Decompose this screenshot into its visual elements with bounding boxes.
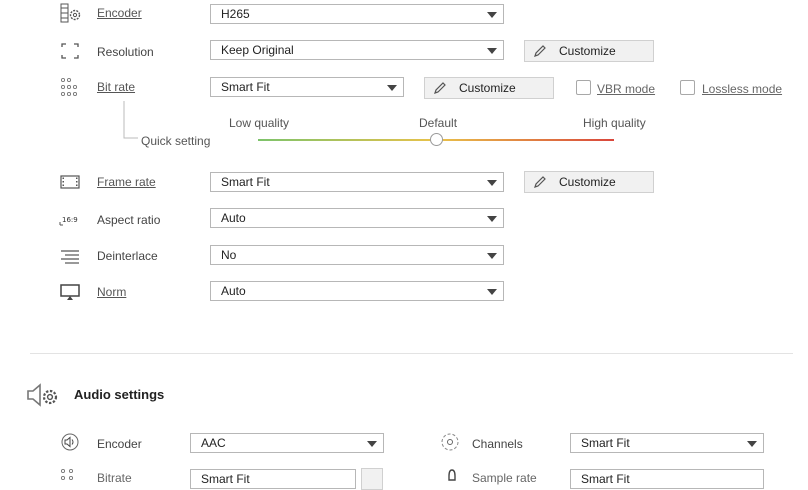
resolution-customize-label: Customize (559, 44, 616, 58)
chevron-down-icon (487, 253, 497, 259)
framerate-label[interactable]: Frame rate (97, 175, 156, 189)
encoder-gear-icon (60, 3, 82, 23)
norm-select[interactable]: Auto (210, 281, 504, 301)
audio-bitrate-customize-button[interactable] (361, 468, 383, 490)
chevron-down-icon (387, 85, 397, 91)
section-divider (30, 353, 793, 354)
chevron-down-icon (487, 48, 497, 54)
deinterlace-lines-icon (59, 246, 81, 266)
resolution-select-value: Keep Original (221, 43, 294, 57)
bitrate-select-value: Smart Fit (221, 80, 270, 94)
audio-encoder-label: Encoder (97, 437, 142, 451)
aspect-ratio-icon-text: 16:9 (62, 216, 78, 224)
quick-setting-label: Quick setting (141, 134, 211, 148)
aspect-ratio-select-value: Auto (221, 211, 246, 225)
pencil-icon (533, 44, 547, 64)
framerate-select[interactable]: Smart Fit (210, 172, 504, 192)
chevron-down-icon (487, 12, 497, 18)
samplerate-icon (441, 468, 463, 488)
samplerate-select[interactable]: Smart Fit (570, 469, 764, 489)
lossless-mode-label[interactable]: Lossless mode (702, 82, 782, 96)
slider-default-label: Default (419, 116, 458, 130)
slider-high-label: High quality (583, 116, 646, 130)
resolution-label: Resolution (97, 45, 154, 59)
deinterlace-select-value: No (221, 248, 237, 262)
aspect-ratio-icon: 16:9 (59, 209, 81, 229)
channels-select-value: Smart Fit (581, 436, 630, 450)
speaker-icon (59, 432, 81, 452)
resolution-frame-icon (59, 41, 81, 61)
chevron-down-icon (487, 180, 497, 186)
encoder-select[interactable]: H265 (210, 4, 504, 24)
vbr-mode-label[interactable]: VBR mode (597, 82, 655, 96)
channels-icon (439, 432, 461, 452)
filmstrip-icon (59, 172, 81, 192)
framerate-customize-button[interactable]: Customize (524, 171, 654, 193)
resolution-customize-button[interactable]: Customize (524, 40, 654, 62)
aspect-ratio-label: Aspect ratio (97, 213, 161, 227)
bitrate-label[interactable]: Bit rate (97, 80, 135, 94)
vbr-mode-checkbox[interactable] (576, 80, 591, 95)
audio-bitrate-select[interactable]: Smart Fit (190, 469, 356, 489)
bitrate-dots-icon (59, 77, 81, 97)
audio-bitrate-icon (59, 468, 81, 488)
encoder-select-value: H265 (221, 7, 250, 21)
samplerate-label: Sample rate (472, 471, 537, 485)
channels-label: Channels (472, 437, 523, 451)
audio-settings-title: Audio settings (74, 387, 165, 402)
norm-label[interactable]: Norm (97, 285, 126, 299)
framerate-select-value: Smart Fit (221, 175, 270, 189)
chevron-down-icon (487, 216, 497, 222)
pencil-icon (433, 81, 447, 101)
channels-select[interactable]: Smart Fit (570, 433, 764, 453)
monitor-icon (59, 282, 81, 302)
bitrate-customize-label: Customize (459, 81, 516, 95)
quality-slider-handle[interactable] (429, 133, 443, 146)
audio-bitrate-label: Bitrate (97, 471, 132, 485)
bitrate-select[interactable]: Smart Fit (210, 77, 404, 97)
norm-select-value: Auto (221, 284, 246, 298)
samplerate-select-value: Smart Fit (581, 472, 630, 486)
aspect-ratio-select[interactable]: Auto (210, 208, 504, 228)
bitrate-customize-button[interactable]: Customize (424, 77, 554, 99)
audio-encoder-select[interactable]: AAC (190, 433, 384, 453)
pencil-icon (533, 175, 547, 195)
lossless-mode-checkbox[interactable] (680, 80, 695, 95)
deinterlace-label: Deinterlace (97, 249, 158, 263)
audio-bitrate-select-value: Smart Fit (201, 472, 250, 486)
quick-setting-connector (123, 101, 138, 139)
chevron-down-icon (747, 441, 757, 447)
deinterlace-select[interactable]: No (210, 245, 504, 265)
framerate-customize-label: Customize (559, 175, 616, 189)
audio-encoder-select-value: AAC (201, 436, 226, 450)
resolution-select[interactable]: Keep Original (210, 40, 504, 60)
slider-low-label: Low quality (229, 116, 290, 130)
chevron-down-icon (487, 289, 497, 295)
encoder-label[interactable]: Encoder (97, 6, 142, 20)
chevron-down-icon (367, 441, 377, 447)
speaker-gear-icon (26, 382, 62, 408)
